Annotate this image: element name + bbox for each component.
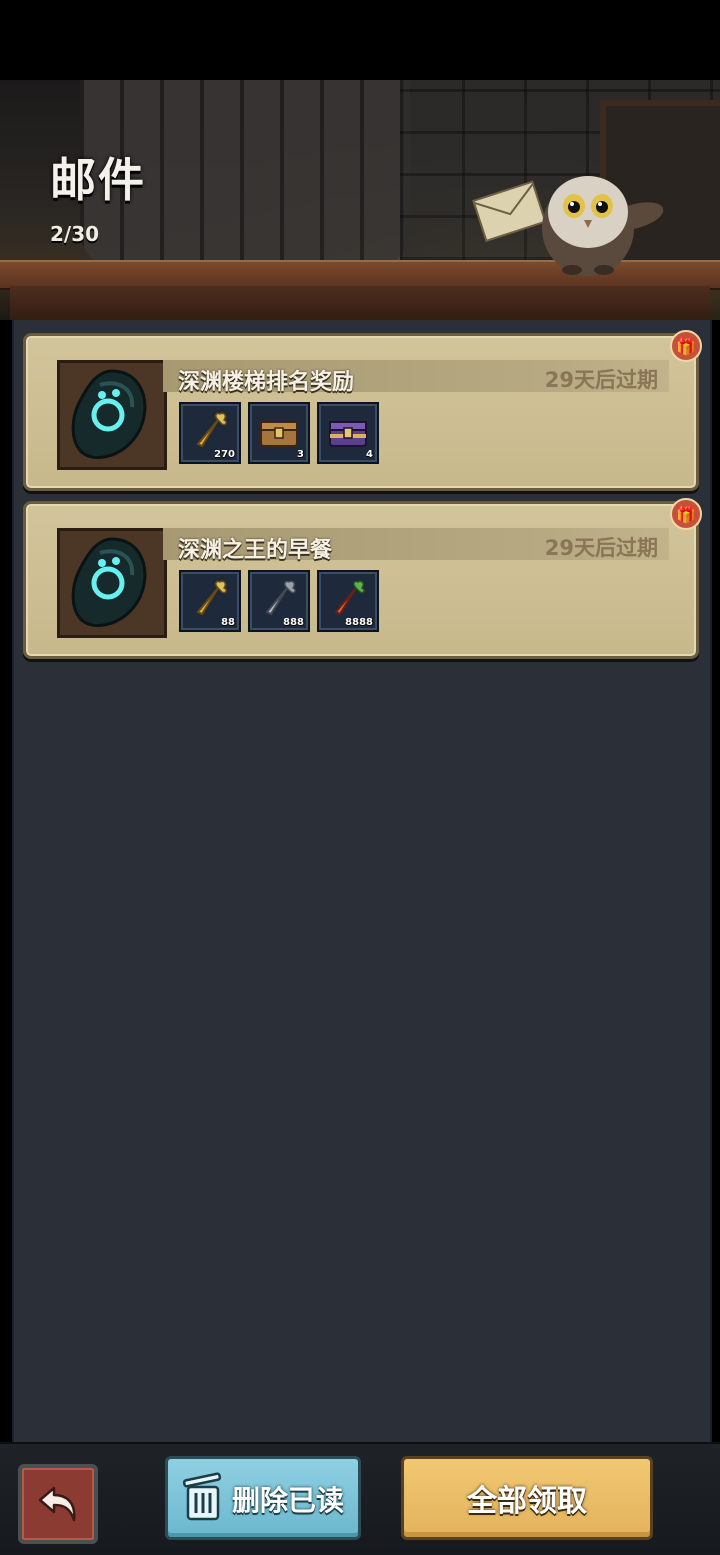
reward-quantity: 88 [221,617,235,628]
gift-badge-icon: 🎁 [670,498,702,530]
golden-carrot-icon [196,580,227,616]
trash-icon [182,1472,222,1521]
orange-carrot-icon [334,580,365,616]
mail-expiry: 29天后过期 [544,368,658,392]
shelf-shadow [10,286,710,320]
reward-quantity: 270 [214,449,235,460]
bottom-action-bar: 删除已读 全部领取 [0,1442,720,1555]
delete-read-button[interactable]: 删除已读 [165,1456,361,1540]
reward-slot[interactable]: 88 [179,570,241,632]
back-arrow-icon [38,1486,76,1522]
reward-slot[interactable]: 8888 [317,570,379,632]
purple-chest-icon [329,421,367,447]
wooden-chest-icon [260,421,298,447]
mail-title: 深渊楼梯排名奖励 [178,370,355,395]
mail-title: 深渊之王的早餐 [178,538,333,563]
golden-carrot-icon [196,412,227,448]
reward-quantity: 888 [283,617,304,628]
reward-quantity: 4 [366,449,373,460]
mail-header: 邮件 2/30 [0,80,720,320]
status-bar [0,0,720,80]
silver-carrot-icon [265,580,296,616]
page-title: 邮件 [50,153,146,207]
delete-read-label: 删除已读 [232,1484,345,1517]
reward-slot[interactable]: 4 [317,402,379,464]
mail-item[interactable]: 🎁 深渊楼梯排名奖励 29天后过期 270 3 4 [23,330,702,491]
reward-quantity: 8888 [345,617,373,628]
gift-badge-icon: 🎁 [670,330,702,362]
reward-slot[interactable]: 888 [248,570,310,632]
mail-expiry: 29天后过期 [544,536,658,560]
reward-slot[interactable]: 3 [248,402,310,464]
mail-item[interactable]: 🎁 深渊之王的早餐 29天后过期 88 888 8888 [23,498,702,659]
back-button[interactable] [18,1464,98,1544]
reward-quantity: 3 [297,449,304,460]
abyss-paw-stone-icon [57,528,167,638]
reward-slot[interactable]: 270 [179,402,241,464]
owl-mascot-icon [472,176,664,276]
mail-count: 2/30 [50,222,100,246]
claim-all-button[interactable]: 全部领取 [401,1456,653,1540]
claim-all-label: 全部领取 [467,1484,587,1519]
abyss-paw-stone-icon [57,360,167,470]
